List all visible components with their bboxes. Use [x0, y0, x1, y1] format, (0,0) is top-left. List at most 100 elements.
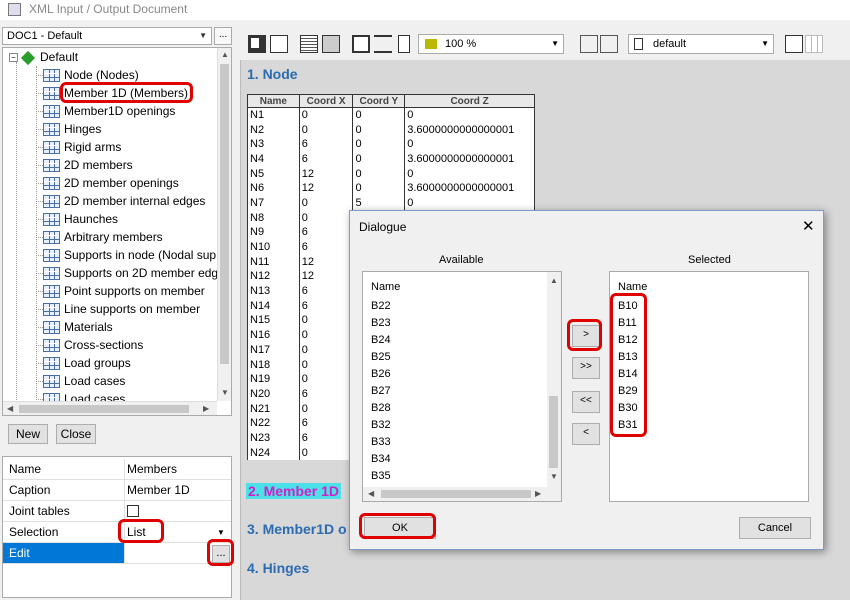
tree-vertical-scrollbar[interactable]: ▲ ▼ — [217, 48, 231, 401]
tree-item[interactable]: Load groups — [43, 354, 131, 372]
close-icon[interactable]: ✕ — [802, 217, 815, 235]
remove-button[interactable]: < — [572, 423, 600, 445]
page-icon[interactable] — [398, 35, 410, 53]
add-all-button[interactable]: >> — [572, 357, 600, 379]
list-item[interactable]: B26 — [371, 368, 391, 380]
property-row-caption[interactable]: Caption Member 1D — [3, 480, 231, 501]
table-cell: 3.6000000000000001 — [404, 151, 535, 167]
table-cell: 0 — [298, 327, 354, 343]
cancel-button[interactable]: Cancel — [739, 517, 811, 539]
tree-item-label: 2D members — [64, 158, 133, 172]
print-icon[interactable] — [322, 35, 340, 53]
tree-item[interactable]: 2D member openings — [43, 174, 179, 192]
scroll-up-icon[interactable]: ▲ — [550, 276, 558, 285]
table-row: N3 6 0 0 — [247, 136, 535, 152]
document-options-button[interactable]: ... — [214, 27, 232, 45]
zoom-color-swatch — [425, 39, 437, 49]
list-item[interactable]: B27 — [371, 385, 391, 397]
close-button[interactable]: Close — [56, 424, 96, 444]
table-icon[interactable] — [805, 35, 823, 53]
tree-item-label: Hinges — [64, 122, 102, 136]
export-icon[interactable] — [785, 35, 803, 53]
diamond-icon — [20, 50, 36, 65]
print-preview-icon[interactable] — [300, 35, 318, 53]
tree-item[interactable]: Supports on 2D member edg — [43, 264, 218, 282]
list-item[interactable]: B33 — [371, 436, 391, 448]
property-row-selection[interactable]: Selection List ▼ — [3, 522, 231, 543]
list-item[interactable]: B24 — [371, 334, 391, 346]
tree-item[interactable]: Point supports on member — [43, 282, 205, 300]
table-header: Name — [247, 94, 300, 108]
collapse-icon[interactable]: − — [9, 53, 18, 63]
remove-all-button[interactable]: << — [572, 391, 600, 413]
document-select[interactable]: DOC1 - Default ▼ — [2, 27, 212, 45]
joint-tables-checkbox[interactable] — [127, 505, 139, 517]
scroll-left-icon[interactable]: ◀ — [368, 489, 374, 498]
list-item[interactable]: B32 — [371, 419, 391, 431]
table-cell: 0 — [404, 136, 535, 152]
table-row: N2 0 0 3.6000000000000001 — [247, 122, 535, 137]
copy-icon[interactable] — [248, 35, 266, 53]
chevron-down-icon: ▼ — [217, 528, 225, 537]
scroll-down-icon[interactable]: ▼ — [221, 388, 229, 397]
tree-item[interactable]: Materials — [43, 318, 113, 336]
settings-icon[interactable] — [600, 35, 618, 53]
table-cell: N20 — [247, 386, 300, 402]
tree-item[interactable]: Load cases — [43, 372, 125, 390]
table-cell: N15 — [247, 313, 300, 328]
page-layout-icon[interactable] — [352, 35, 370, 53]
highlight-add-button — [567, 319, 602, 351]
scroll-right-icon[interactable]: ▶ — [203, 404, 209, 413]
property-row-joint-tables[interactable]: Joint tables — [3, 501, 231, 522]
scroll-thumb[interactable] — [19, 405, 189, 413]
tree-item[interactable]: Rigid arms — [43, 138, 121, 156]
tree-horizontal-scrollbar[interactable]: ◀ ▶ — [3, 401, 217, 415]
table-row: N6 12 0 3.6000000000000001 — [247, 180, 535, 196]
tree-item[interactable]: Member1D openings — [43, 102, 175, 120]
selected-list-header: Name — [618, 281, 648, 293]
scroll-up-icon[interactable]: ▲ — [221, 50, 229, 59]
refresh-icon[interactable] — [580, 35, 598, 53]
scroll-thumb[interactable] — [549, 396, 558, 468]
list-item[interactable]: B22 — [371, 300, 391, 312]
scroll-left-icon[interactable]: ◀ — [7, 404, 13, 413]
new-button[interactable]: New — [8, 424, 48, 444]
section-heading-member-1d[interactable]: 2. Member 1D — [246, 483, 342, 499]
tree-item[interactable]: Line supports on member — [43, 300, 200, 318]
scroll-thumb[interactable] — [381, 490, 531, 498]
scroll-down-icon[interactable]: ▼ — [550, 472, 558, 481]
tree-item[interactable]: Haunches — [43, 210, 118, 228]
tree-item[interactable]: 2D member internal edges — [43, 192, 205, 210]
scroll-thumb[interactable] — [220, 64, 229, 364]
table-cell: 12 — [298, 166, 354, 181]
table-header: Coord Z — [404, 94, 535, 108]
tree-item[interactable]: 2D members — [43, 156, 133, 174]
style-select[interactable]: default ▼ — [628, 34, 774, 54]
tree-root[interactable]: − Default — [9, 48, 78, 66]
list-item[interactable]: B34 — [371, 453, 391, 465]
tree-item[interactable]: Hinges — [43, 120, 101, 138]
tree-item[interactable]: Supports in node (Nodal sup — [43, 246, 216, 264]
scroll-right-icon[interactable]: ▶ — [535, 489, 541, 498]
property-row-edit[interactable]: Edit — [3, 543, 231, 564]
available-vertical-scrollbar[interactable]: ▲ ▼ — [547, 272, 561, 487]
tree-item[interactable]: Arbitrary members — [43, 228, 163, 246]
list-item[interactable]: B25 — [371, 351, 391, 363]
available-horizontal-scrollbar[interactable]: ◀ ▶ — [363, 487, 561, 501]
list-item[interactable]: B28 — [371, 402, 391, 414]
zoom-select[interactable]: 100 % ▼ — [418, 34, 564, 54]
tree-line — [16, 62, 17, 402]
list-item[interactable]: B23 — [371, 317, 391, 329]
tree-item[interactable]: Cross-sections — [43, 336, 143, 354]
table-icon — [43, 249, 60, 263]
document-icon[interactable] — [270, 35, 288, 53]
available-list[interactable]: Name B22 B23 B24 B25 B26 B27 B28 B32 B33 B34 B35 ▲… — [362, 271, 562, 502]
table-icon — [43, 231, 60, 245]
page-height-icon[interactable] — [374, 35, 392, 53]
table-cell: 0 — [352, 122, 406, 137]
table-cell: 0 — [298, 195, 354, 211]
list-item[interactable]: B35 — [371, 470, 391, 482]
table-cell: N13 — [247, 283, 300, 299]
table-cell: 3.6000000000000001 — [404, 180, 535, 196]
property-row-name[interactable]: Name Members — [3, 459, 231, 480]
